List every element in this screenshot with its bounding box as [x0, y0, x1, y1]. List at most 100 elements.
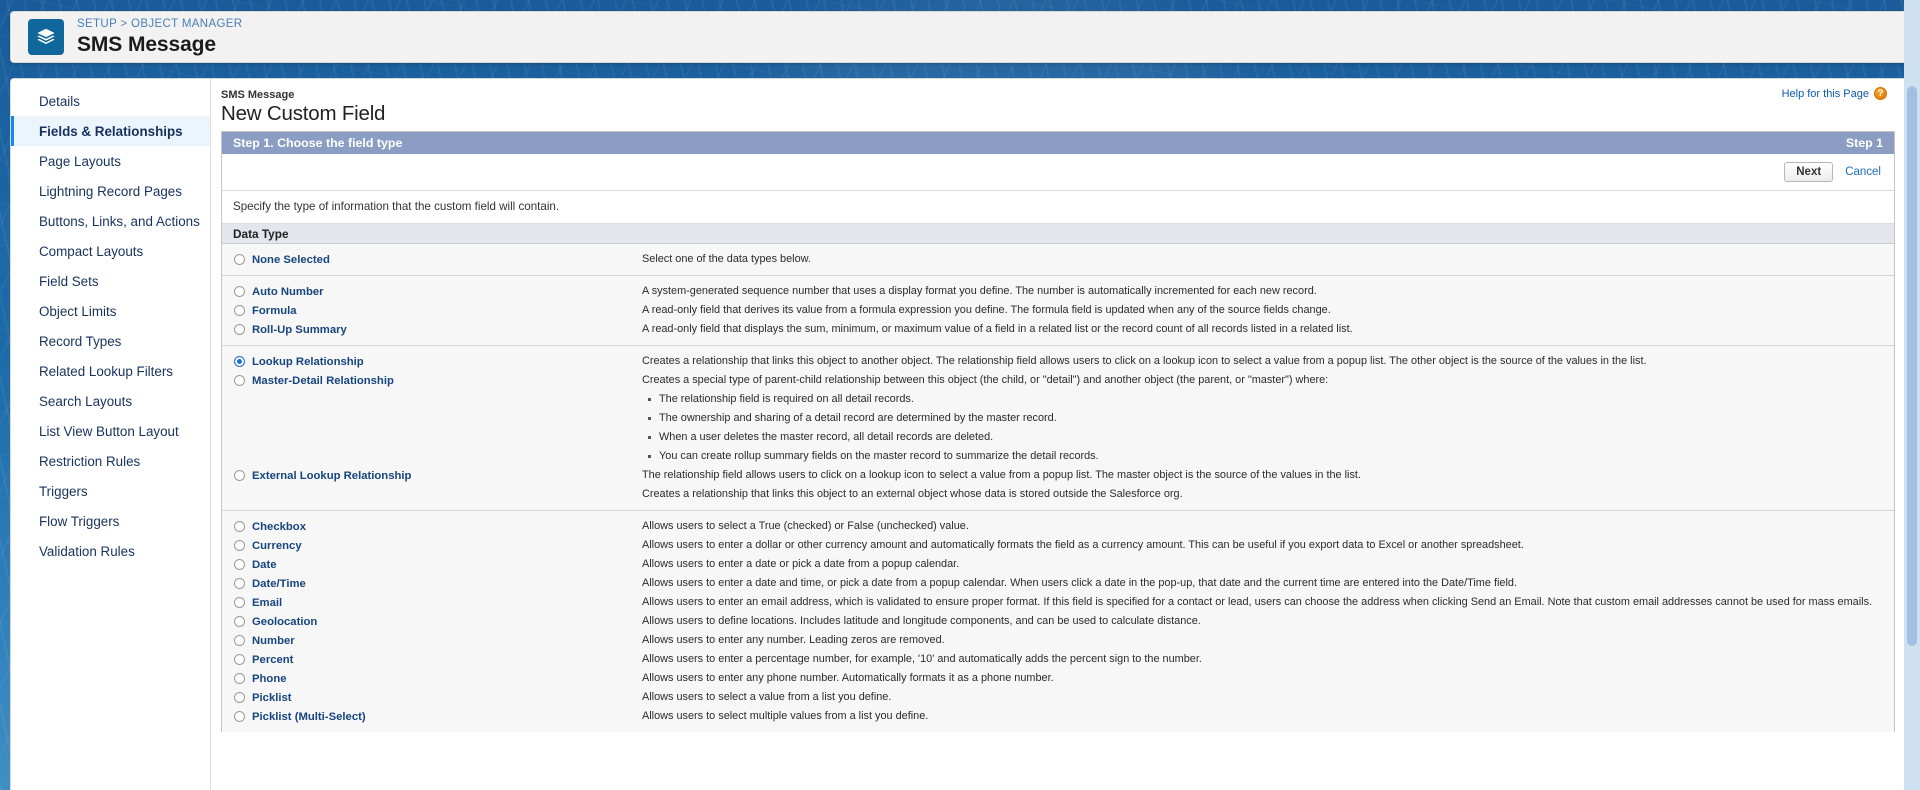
description-picklist: Allows users to select a value from a li… [642, 690, 892, 703]
sidebar-item-label: Restriction Rules [39, 453, 141, 469]
radio-icon-phone[interactable] [234, 673, 245, 684]
sidebar-item-label: Object Limits [39, 303, 117, 319]
radio-label-percent[interactable]: Percent [252, 654, 293, 666]
radio-label-number[interactable]: Number [252, 635, 295, 647]
page-title: New Custom Field [221, 102, 386, 125]
radio-option-roll-up-summary[interactable]: Roll-Up Summary [222, 320, 642, 339]
sidebar-item-restriction-rules[interactable]: Restriction Rules [11, 446, 210, 476]
wizard-step-counter: Step 1 [1845, 136, 1883, 150]
radio-icon-external-lookup-relationship[interactable] [234, 470, 245, 481]
sidebar-item-related-lookup-filters[interactable]: Related Lookup Filters [11, 356, 210, 386]
radio-label-checkbox[interactable]: Checkbox [252, 521, 306, 533]
radio-icon-geolocation[interactable] [234, 616, 245, 627]
sidebar-item-triggers[interactable]: Triggers [11, 476, 210, 506]
radio-label-date-time[interactable]: Date/Time [252, 578, 306, 590]
page-scrollbar-thumb[interactable] [1907, 86, 1917, 646]
radio-label-picklist[interactable]: Picklist [252, 692, 292, 704]
radio-label-roll-up-summary[interactable]: Roll-Up Summary [252, 324, 347, 336]
radio-option-percent[interactable]: Percent [222, 650, 642, 669]
next-button[interactable]: Next [1784, 162, 1834, 182]
radio-label-picklist-multi-select[interactable]: Picklist (Multi-Select) [252, 711, 366, 723]
layout-spacer [222, 409, 642, 428]
sidebar-item-flow-triggers[interactable]: Flow Triggers [11, 506, 210, 536]
page-scrollbar[interactable] [1904, 0, 1920, 790]
sidebar-item-validation-rules[interactable]: Validation Rules [11, 536, 210, 566]
radio-label-none-selected[interactable]: None Selected [252, 254, 330, 266]
radio-option-date[interactable]: Date [222, 555, 642, 574]
description-phone: Allows users to enter any phone number. … [642, 671, 1054, 684]
radio-option-auto-number[interactable]: Auto Number [222, 282, 642, 301]
radio-icon-currency[interactable] [234, 540, 245, 551]
description-date-time: Allows users to enter a date and time, o… [642, 576, 1517, 589]
radio-option-geolocation[interactable]: Geolocation [222, 612, 642, 631]
description-checkbox: Allows users to select a True (checked) … [642, 519, 969, 532]
radio-icon-none-selected[interactable] [234, 254, 245, 265]
sidebar-item-field-sets[interactable]: Field Sets [11, 266, 210, 296]
radio-option-lookup-relationship[interactable]: Lookup Relationship [222, 352, 642, 371]
sidebar-item-compact-layouts[interactable]: Compact Layouts [11, 236, 210, 266]
sidebar-item-list-view-button-layout[interactable]: List View Button Layout [11, 416, 210, 446]
radio-icon-email[interactable] [234, 597, 245, 608]
radio-option-checkbox[interactable]: Checkbox [222, 517, 642, 536]
layers-icon [28, 19, 64, 55]
radio-label-external-lookup-relationship[interactable]: External Lookup Relationship [252, 470, 411, 482]
radio-icon-picklist[interactable] [234, 692, 245, 703]
radio-label-auto-number[interactable]: Auto Number [252, 286, 324, 298]
radio-option-date-time[interactable]: Date/Time [222, 574, 642, 593]
wizard-button-row: Next Cancel [222, 154, 1894, 191]
description-percent: Allows users to enter a percentage numbe… [642, 652, 1202, 665]
layout-spacer [222, 390, 642, 409]
help-for-this-page[interactable]: Help for this Page ? [1782, 87, 1887, 100]
radio-icon-percent[interactable] [234, 654, 245, 665]
radio-label-formula[interactable]: Formula [252, 305, 297, 317]
radio-label-phone[interactable]: Phone [252, 673, 287, 685]
sidebar-item-record-types[interactable]: Record Types [11, 326, 210, 356]
radio-icon-lookup-relationship[interactable] [234, 356, 245, 367]
radio-option-number[interactable]: Number [222, 631, 642, 650]
sidebar-item-label: Fields & Relationships [39, 123, 183, 139]
sidebar-item-page-layouts[interactable]: Page Layouts [11, 146, 210, 176]
cancel-link[interactable]: Cancel [1845, 166, 1881, 178]
description-geolocation: Allows users to define locations. Includ… [642, 614, 1201, 627]
help-question-icon[interactable]: ? [1874, 87, 1887, 100]
sidebar-item-label: Lightning Record Pages [39, 183, 182, 199]
radio-option-picklist[interactable]: Picklist [222, 688, 642, 707]
radio-label-currency[interactable]: Currency [252, 540, 302, 552]
radio-icon-roll-up-summary[interactable] [234, 324, 245, 335]
radio-option-currency[interactable]: Currency [222, 536, 642, 555]
radio-label-master-detail-relationship[interactable]: Master-Detail Relationship [252, 375, 394, 387]
radio-icon-auto-number[interactable] [234, 286, 245, 297]
sidebar-item-buttons-links-actions[interactable]: Buttons, Links, and Actions [11, 206, 210, 236]
radio-icon-master-detail-relationship[interactable] [234, 375, 245, 386]
radio-option-external-lookup-relationship[interactable]: External Lookup Relationship [222, 466, 642, 485]
sidebar-item-object-limits[interactable]: Object Limits [11, 296, 210, 326]
sidebar-item-details[interactable]: Details [11, 86, 210, 116]
field-type-wizard: Step 1. Choose the field type Step 1 Nex… [221, 131, 1895, 732]
radio-label-lookup-relationship[interactable]: Lookup Relationship [252, 356, 364, 368]
radio-icon-checkbox[interactable] [234, 521, 245, 532]
radio-option-picklist-multi-select[interactable]: Picklist (Multi-Select) [222, 707, 642, 726]
radio-label-email[interactable]: Email [252, 597, 282, 609]
radio-icon-date[interactable] [234, 559, 245, 570]
breadcrumb[interactable]: SETUP > OBJECT MANAGER [77, 18, 242, 30]
sidebar-item-label: Details [39, 93, 80, 109]
radio-option-email[interactable]: Email [222, 593, 642, 612]
sidebar-item-search-layouts[interactable]: Search Layouts [11, 386, 210, 416]
help-link[interactable]: Help for this Page [1782, 88, 1869, 100]
sidebar-item-label: Search Layouts [39, 393, 133, 409]
radio-icon-picklist-multi-select[interactable] [234, 711, 245, 722]
radio-label-geolocation[interactable]: Geolocation [252, 616, 317, 628]
radio-option-master-detail-relationship[interactable]: Master-Detail Relationship [222, 371, 642, 390]
description-roll-up-summary: A read-only field that displays the sum,… [642, 322, 1353, 335]
sidebar-item-fields-relationships[interactable]: Fields & Relationships [11, 116, 210, 146]
radio-option-formula[interactable]: Formula [222, 301, 642, 320]
description-auto-number: A system-generated sequence number that … [642, 284, 1317, 297]
radio-option-phone[interactable]: Phone [222, 669, 642, 688]
data-type-group-standard: Checkbox Currency Date Date/Time Email G… [222, 511, 1894, 732]
radio-icon-date-time[interactable] [234, 578, 245, 589]
radio-icon-formula[interactable] [234, 305, 245, 316]
radio-option-none-selected[interactable]: None Selected [222, 250, 642, 269]
radio-label-date[interactable]: Date [252, 559, 277, 571]
radio-icon-number[interactable] [234, 635, 245, 646]
sidebar-item-lightning-record-pages[interactable]: Lightning Record Pages [11, 176, 210, 206]
